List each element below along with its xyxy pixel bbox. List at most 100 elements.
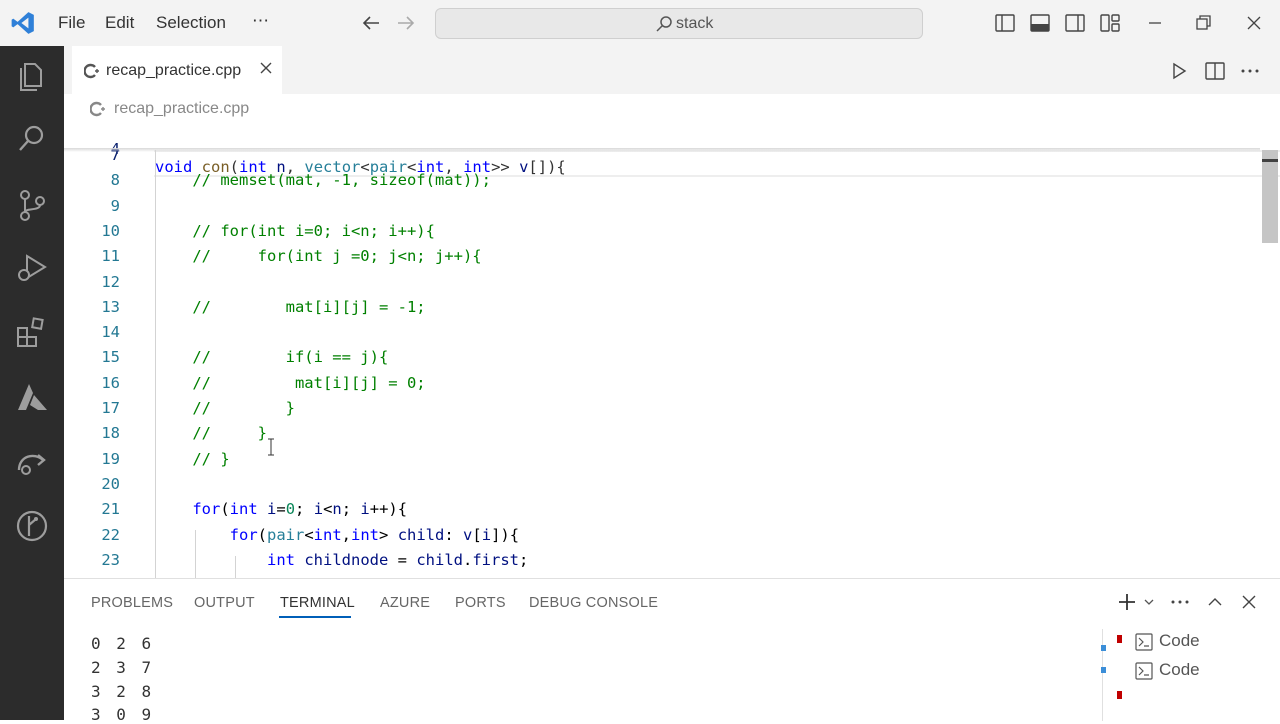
- more-actions-icon[interactable]: [1169, 591, 1191, 613]
- code-line[interactable]: 20: [64, 475, 1264, 500]
- close-tab-icon[interactable]: [258, 60, 274, 76]
- source-control-icon[interactable]: [14, 187, 50, 223]
- code-text: int childnode = child.first;: [266, 550, 529, 569]
- line-number: 15: [101, 348, 120, 367]
- code-text: // }: [192, 399, 295, 417]
- split-editor-icon[interactable]: [1204, 60, 1226, 82]
- remote-explorer-icon[interactable]: [14, 444, 50, 480]
- search-icon: [656, 16, 672, 32]
- code-line[interactable]: 10 // for(int i=0; i<n; i++){: [64, 222, 1264, 247]
- vscode-logo-icon: [11, 12, 34, 34]
- minimize-icon[interactable]: [1144, 12, 1166, 34]
- terminal-list: Code Code: [1101, 629, 1280, 721]
- extensions-icon[interactable]: [14, 314, 50, 350]
- terminal-output-line: 3 2 8: [91, 682, 155, 701]
- more-actions-icon[interactable]: [1239, 60, 1261, 82]
- close-window-icon[interactable]: [1243, 12, 1265, 34]
- sticky-scroll-shadow: [64, 148, 1260, 152]
- breadcrumb-file: recap_practice.cpp: [114, 100, 250, 117]
- terminal-icon: [1135, 662, 1153, 680]
- code-line[interactable]: 15 // if(i == j){: [64, 348, 1264, 373]
- sticky-code: void con(int n, vector<pair<int, int>> v…: [155, 158, 566, 176]
- code-line[interactable]: 22 for(pair<int,int> child: v[i]){: [64, 526, 1264, 551]
- toggle-primary-sidebar-icon[interactable]: [994, 12, 1016, 34]
- search-text: stack: [676, 15, 714, 32]
- code-editor[interactable]: 78 // memset(mat, -1, sizeof(mat)); 9 10 /…: [64, 122, 1280, 578]
- code-line[interactable]: 18 // }: [64, 424, 1264, 449]
- menu-edit[interactable]: Edit: [105, 13, 134, 33]
- editor-scrollbar-thumb[interactable]: [1262, 150, 1278, 243]
- code-line[interactable]: 9: [64, 197, 1264, 222]
- panel-tab-ports[interactable]: PORTS: [455, 595, 506, 611]
- code-text: // mat[i][j] = -1;: [192, 297, 426, 316]
- sticky-scroll-line[interactable]: 4 void con(int n, vector<pair<int, int>>…: [64, 122, 1264, 176]
- text-cursor-icon: [268, 438, 274, 456]
- panel-tab-output[interactable]: OUTPUT: [194, 595, 255, 611]
- code-text: // }: [192, 424, 267, 443]
- bottom-panel: PROBLEMS OUTPUT TERMINAL AZURE PORTS DEB…: [64, 578, 1280, 724]
- line-number: 23: [101, 550, 120, 569]
- toggle-panel-icon[interactable]: [1029, 12, 1051, 34]
- menu-more[interactable]: ⋯: [252, 11, 269, 31]
- close-panel-icon[interactable]: [1239, 592, 1259, 612]
- menu-selection[interactable]: Selection: [156, 13, 226, 33]
- maximize-panel-icon[interactable]: [1205, 592, 1225, 612]
- cpp-file-icon: [90, 101, 105, 117]
- panel-tab-terminal[interactable]: TERMINAL: [280, 595, 355, 611]
- terminal-status-marker: [1101, 645, 1106, 651]
- code-text: for(pair<int,int> child: v[i]){: [229, 525, 520, 544]
- panel-tab-problems[interactable]: PROBLEMS: [91, 595, 173, 611]
- code-line[interactable]: 21 for(int i=0; i<n; i++){: [64, 500, 1264, 525]
- terminal-status-marker: [1117, 691, 1122, 699]
- code-line[interactable]: 12: [64, 273, 1264, 298]
- run-code-icon[interactable]: [1169, 61, 1189, 81]
- code-line[interactable]: 17 // }: [64, 399, 1264, 424]
- title-bar: File Edit Selection ⋯ stack: [0, 0, 1280, 47]
- code-text: // for(int j =0; j<n; j++){: [192, 247, 482, 266]
- terminal-item-label: Code: [1159, 631, 1200, 650]
- search-view-icon[interactable]: [14, 121, 50, 157]
- new-terminal-icon[interactable]: [1116, 591, 1138, 613]
- code-line[interactable]: 19 // }: [64, 450, 1264, 475]
- back-arrow-icon[interactable]: [360, 12, 382, 34]
- terminal-icon: [1135, 633, 1153, 651]
- code-line[interactable]: 16 // mat[i][j] = 0;: [64, 374, 1264, 399]
- toggle-secondary-sidebar-icon[interactable]: [1064, 12, 1086, 34]
- terminal-output-line: 3 0 9: [91, 705, 155, 724]
- restore-icon[interactable]: [1192, 12, 1214, 34]
- activity-bar: [0, 46, 64, 720]
- line-number: 16: [101, 373, 120, 392]
- explorer-icon[interactable]: [14, 58, 50, 94]
- customize-layout-icon[interactable]: [1099, 12, 1121, 34]
- gitlens-icon[interactable]: [14, 508, 50, 544]
- panel-tab-debug-console[interactable]: DEBUG CONSOLE: [529, 595, 658, 611]
- scrollbar-cursor-marker: [1262, 159, 1278, 162]
- command-search-box[interactable]: stack: [435, 8, 923, 39]
- code-line[interactable]: 13 // mat[i][j] = -1;: [64, 298, 1264, 323]
- line-number: 22: [101, 525, 120, 544]
- code-line[interactable]: 11 // for(int j =0; j<n; j++){: [64, 247, 1264, 272]
- line-number: 21: [101, 500, 120, 519]
- menu-file[interactable]: File: [58, 13, 85, 33]
- code-line[interactable]: 14: [64, 323, 1264, 348]
- code-text: // mat[i][j] = 0;: [192, 373, 426, 392]
- panel-tab-azure[interactable]: AZURE: [380, 595, 430, 611]
- code-text: // for(int i=0; i<n; i++){: [192, 221, 435, 240]
- terminal-item-label: Code: [1159, 660, 1200, 679]
- line-number: 18: [101, 424, 120, 443]
- azure-icon[interactable]: [14, 379, 50, 415]
- line-number: 17: [101, 399, 120, 417]
- forward-arrow-icon[interactable]: [395, 12, 417, 34]
- terminal-output-line: 0 2 6: [91, 634, 155, 653]
- cpp-file-icon: [84, 63, 99, 79]
- run-debug-icon[interactable]: [14, 249, 50, 285]
- line-number: 20: [101, 474, 120, 493]
- terminal-status-marker: [1101, 667, 1106, 673]
- chevron-down-icon[interactable]: [1142, 595, 1156, 609]
- active-tab-indicator: [279, 616, 351, 618]
- code-line[interactable]: 23 int childnode = child.first;: [64, 551, 1264, 576]
- tab-recap-practice[interactable]: recap_practice.cpp: [72, 46, 282, 94]
- line-number: 13: [101, 297, 120, 316]
- terminal-output-line: 2 3 7: [91, 658, 155, 677]
- code-text: // }: [192, 449, 230, 468]
